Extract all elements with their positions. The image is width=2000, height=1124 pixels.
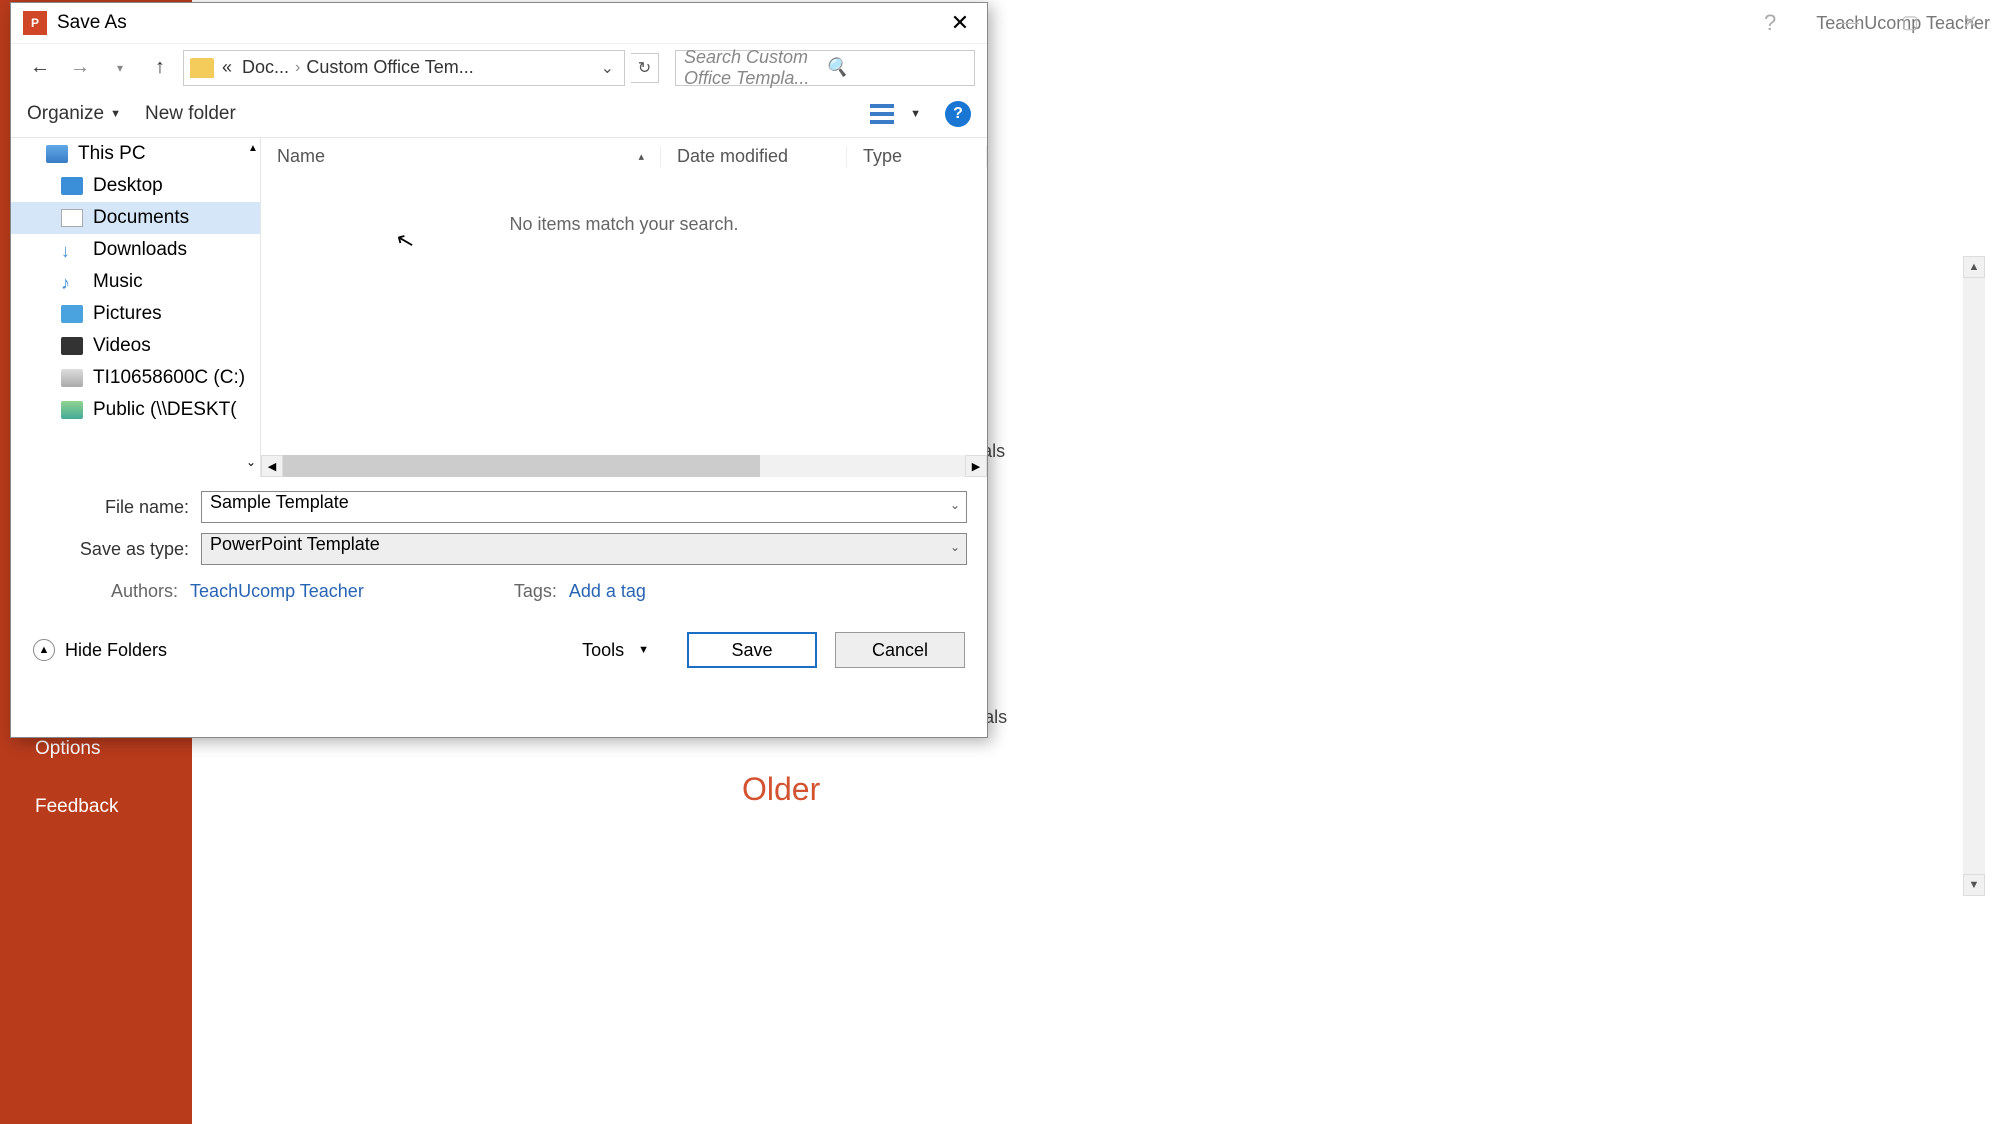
new-folder-button[interactable]: New folder <box>145 103 236 125</box>
addr-part2[interactable]: Doc... <box>242 57 289 78</box>
filename-input[interactable]: Sample Template⌄ <box>201 491 967 523</box>
tree-item-this-pc[interactable]: This PC <box>11 138 260 170</box>
sidebar-item-feedback[interactable]: Feedback <box>0 778 192 836</box>
tree-item-network[interactable]: Public (\\DESKT(⌄ <box>11 394 260 426</box>
desktop-icon <box>61 177 83 195</box>
file-list[interactable]: Name▴ Date modified Type No items match … <box>261 138 987 477</box>
hscroll-thumb[interactable] <box>283 455 760 477</box>
search-input[interactable]: Search Custom Office Templa... 🔍 <box>675 50 975 86</box>
file-list-header: Name▴ Date modified Type <box>261 138 987 174</box>
pictures-icon <box>61 305 83 323</box>
addr-part1[interactable]: « <box>222 57 232 78</box>
help-icon[interactable]: ? <box>1764 10 1776 36</box>
hscroll-left-icon[interactable]: ◀ <box>261 455 283 477</box>
up-icon[interactable]: ↑ <box>143 51 177 85</box>
authors-value[interactable]: TeachUcomp Teacher <box>190 581 364 601</box>
tree-item-drive[interactable]: TI10658600C (C:) <box>11 362 260 394</box>
close-window-icon[interactable]: ✕ <box>1960 12 1980 32</box>
chevron-right-icon[interactable]: › <box>295 59 300 77</box>
pc-icon <box>46 145 68 163</box>
addr-part3[interactable]: Custom Office Tem... <box>306 57 473 78</box>
videos-icon <box>61 337 83 355</box>
back-icon[interactable]: ← <box>23 51 57 85</box>
column-date[interactable]: Date modified <box>661 146 847 167</box>
type-label: Save as type: <box>31 539 201 560</box>
powerpoint-icon: P <box>23 11 47 35</box>
file-list-hscroll[interactable]: ◀ ▶ <box>261 455 987 477</box>
tags-value[interactable]: Add a tag <box>569 581 646 601</box>
scroll-down-icon[interactable]: ▼ <box>1963 874 1985 896</box>
drive-icon <box>61 369 83 387</box>
forward-icon[interactable]: → <box>63 51 97 85</box>
minimize-icon[interactable]: — <box>1840 12 1860 32</box>
view-button[interactable]: ▼ <box>870 104 921 124</box>
downloads-icon <box>61 241 83 259</box>
column-name[interactable]: Name▴ <box>261 146 661 167</box>
save-button[interactable]: Save <box>687 632 817 668</box>
folder-icon <box>190 58 214 78</box>
tree-scroll-up-icon[interactable]: ▲ <box>246 138 260 158</box>
tags-label: Tags: <box>514 581 557 601</box>
dialog-fields: File name: Sample Template⌄ Save as type… <box>11 477 987 612</box>
save-as-dialog: P Save As ✕ ← → ▾ ↑ « Doc... › Custom Of… <box>10 2 988 738</box>
dialog-title: Save As <box>57 12 945 34</box>
sort-asc-icon: ▴ <box>638 150 644 163</box>
dialog-nav: ← → ▾ ↑ « Doc... › Custom Office Tem... … <box>11 43 987 91</box>
hscroll-right-icon[interactable]: ▶ <box>965 455 987 477</box>
organize-button[interactable]: Organize▼ <box>27 103 121 125</box>
cancel-button[interactable]: Cancel <box>835 632 965 668</box>
filename-label: File name: <box>31 497 201 518</box>
tools-button[interactable]: Tools▼ <box>562 634 669 667</box>
tree-item-videos[interactable]: Videos <box>11 330 260 362</box>
dialog-titlebar: P Save As ✕ <box>11 3 987 43</box>
dialog-toolbar: Organize▼ New folder ▼ ? <box>11 91 987 137</box>
scroll-up-icon[interactable]: ▲ <box>1963 256 1985 278</box>
older-heading: Older <box>742 771 820 808</box>
chevron-down-icon[interactable]: ⌄ <box>246 455 256 469</box>
folder-tree[interactable]: ▲ This PC Desktop Documents Downloads Mu… <box>11 138 261 477</box>
dialog-body: ▲ This PC Desktop Documents Downloads Mu… <box>11 137 987 477</box>
list-view-icon <box>870 104 894 124</box>
music-icon <box>61 273 83 291</box>
content-scrollbar[interactable]: ▲ ▼ <box>1963 256 1985 896</box>
refresh-icon[interactable]: ↻ <box>631 53 659 83</box>
tree-item-downloads[interactable]: Downloads <box>11 234 260 266</box>
type-dropdown-icon[interactable]: ⌄ <box>950 540 960 554</box>
hide-folders-button[interactable]: ▲ Hide Folders <box>33 639 167 661</box>
help-button[interactable]: ? <box>945 101 971 127</box>
close-dialog-icon[interactable]: ✕ <box>945 8 975 38</box>
empty-message: No items match your search. <box>261 174 987 275</box>
network-icon <box>61 401 83 419</box>
maximize-icon[interactable]: ▢ <box>1900 12 1920 32</box>
authors-label: Authors: <box>111 581 178 601</box>
type-select[interactable]: PowerPoint Template⌄ <box>201 533 967 565</box>
column-type[interactable]: Type <box>847 146 987 167</box>
filename-dropdown-icon[interactable]: ⌄ <box>950 498 960 512</box>
search-icon[interactable]: 🔍 <box>825 57 966 78</box>
tree-item-documents[interactable]: Documents <box>11 202 260 234</box>
documents-icon <box>61 209 83 227</box>
tree-item-pictures[interactable]: Pictures <box>11 298 260 330</box>
history-dropdown-icon[interactable]: ▾ <box>103 51 137 85</box>
dialog-footer: ▲ Hide Folders Tools▼ Save Cancel <box>11 612 987 688</box>
search-placeholder: Search Custom Office Templa... <box>684 47 825 89</box>
tree-item-music[interactable]: Music <box>11 266 260 298</box>
tree-item-desktop[interactable]: Desktop <box>11 170 260 202</box>
chevron-up-icon: ▲ <box>33 639 55 661</box>
addr-dropdown-icon[interactable]: ⌄ <box>597 58 618 78</box>
address-bar[interactable]: « Doc... › Custom Office Tem... ⌄ <box>183 50 625 86</box>
